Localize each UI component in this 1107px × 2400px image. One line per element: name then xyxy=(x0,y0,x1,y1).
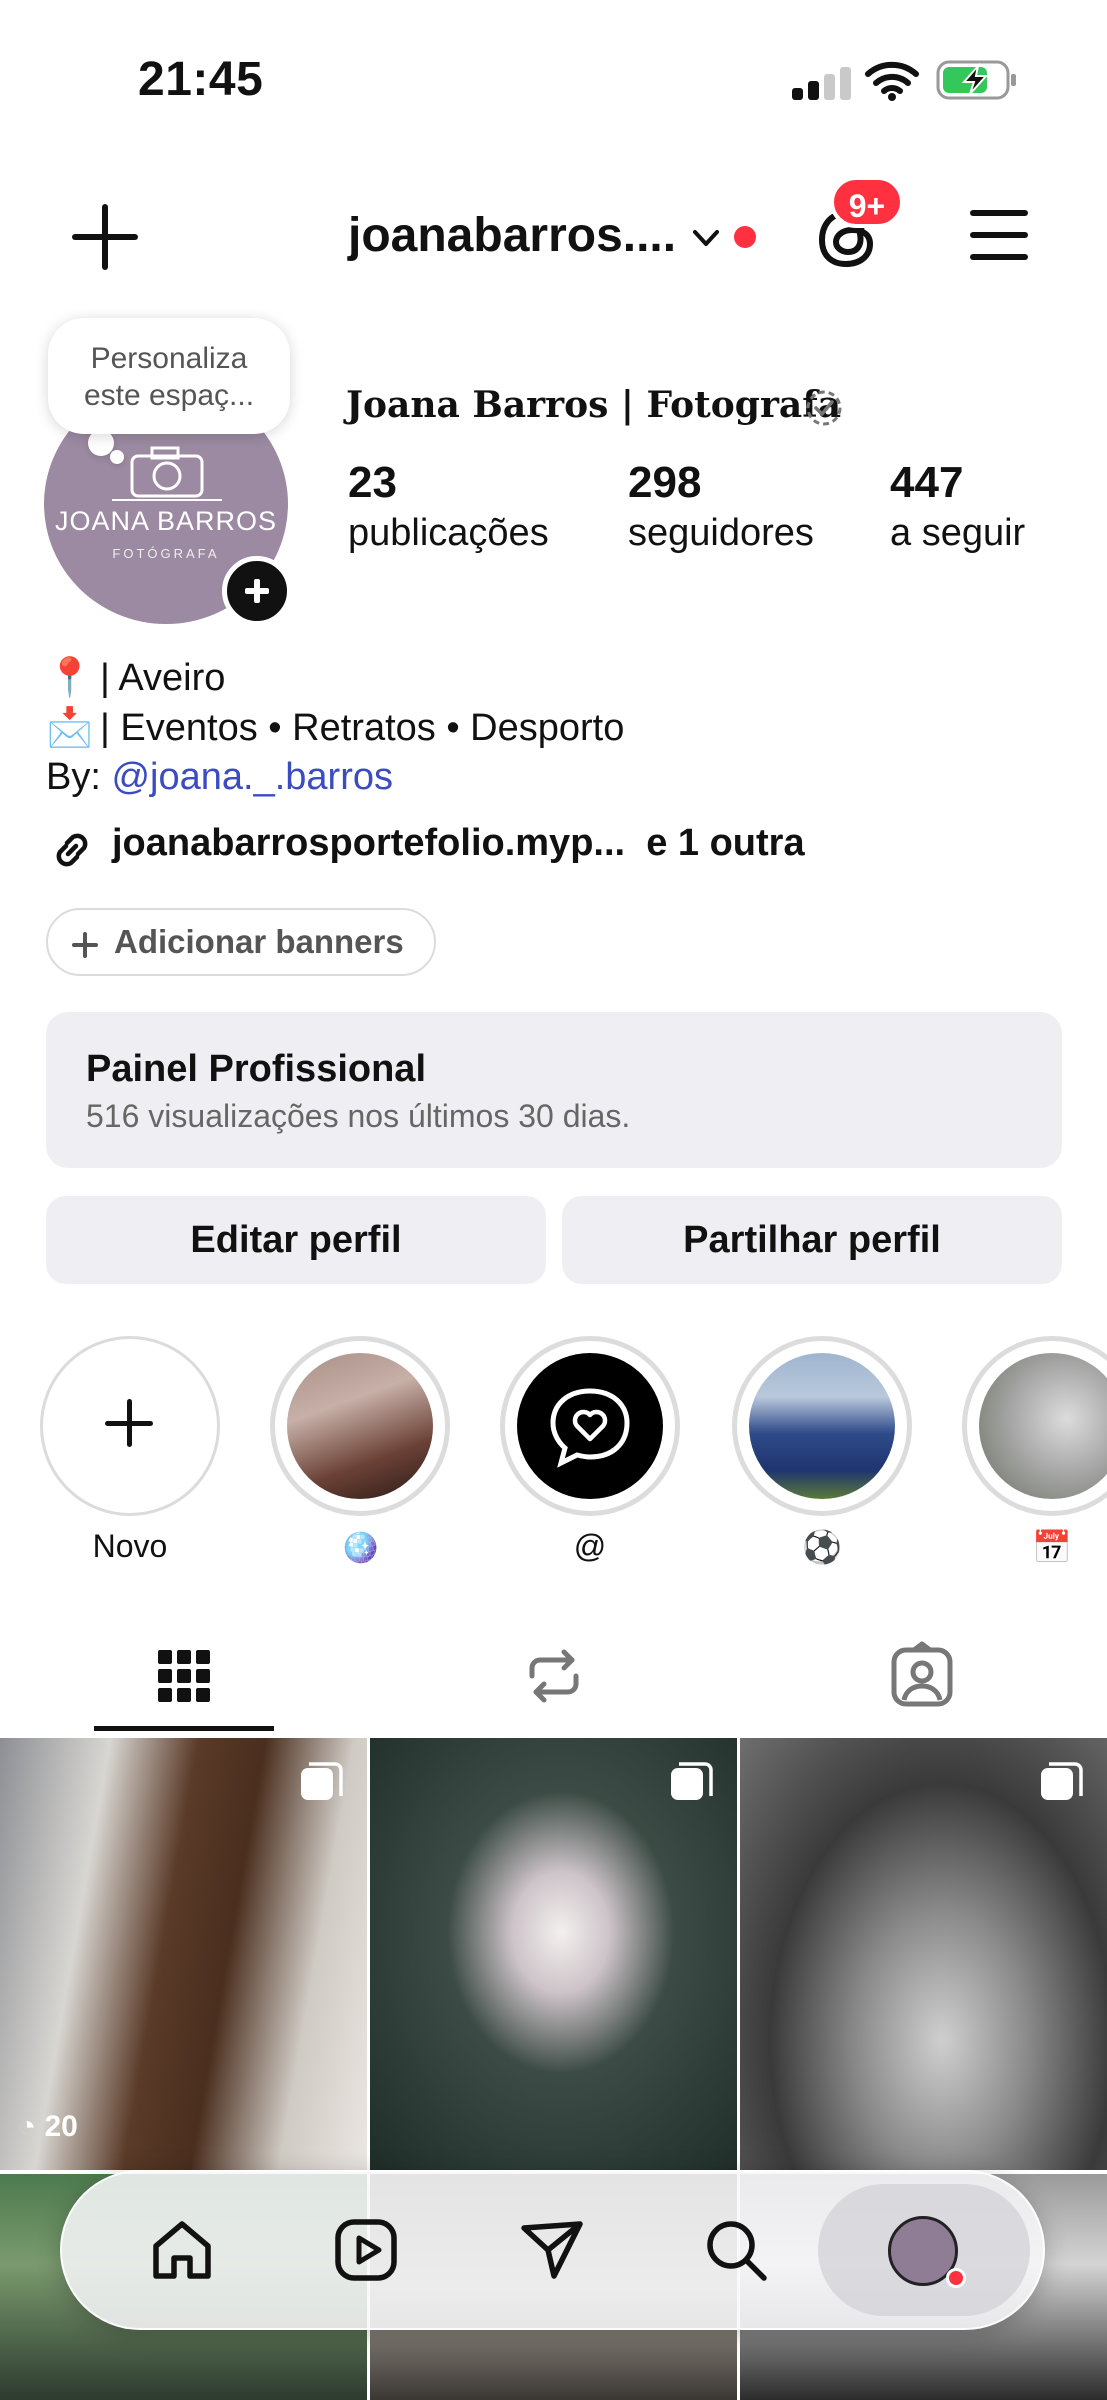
account-notification-dot xyxy=(734,226,756,248)
battery-charging-icon xyxy=(936,60,1016,100)
posts-count[interactable]: 23 xyxy=(348,458,397,508)
reposts-tab-icon[interactable] xyxy=(514,1636,594,1716)
menu-hamburger-icon[interactable] xyxy=(970,210,1028,260)
home-icon[interactable] xyxy=(146,2214,218,2286)
bio-by-prefix: By: xyxy=(46,756,112,798)
website-link[interactable]: joanabarrosportefolio.myp... xyxy=(112,822,625,864)
more-links[interactable]: e 1 outra xyxy=(646,822,804,864)
wifi-icon xyxy=(865,61,919,101)
search-icon[interactable] xyxy=(700,2214,772,2286)
add-story-button[interactable] xyxy=(222,556,292,626)
notifications-badge[interactable]: 9+ xyxy=(830,176,904,228)
followers-count[interactable]: 298 xyxy=(628,458,701,508)
reels-icon[interactable] xyxy=(330,2214,402,2286)
post-thumbnail-1[interactable]: ◔ 20 xyxy=(0,1738,367,2170)
edit-profile-button[interactable]: Editar perfil xyxy=(46,1196,546,1284)
followers-label[interactable]: seguidores xyxy=(628,512,814,555)
highlight-label-2: @ xyxy=(573,1528,607,1564)
highlight-label-4: 📅 xyxy=(1032,1529,1072,1565)
highlight-1[interactable] xyxy=(270,1336,450,1516)
carousel-icon xyxy=(1041,1762,1083,1800)
camera-logo-icon xyxy=(112,446,222,501)
bio-location-text: | Aveiro xyxy=(100,657,226,699)
highlight-label-1: 🪩 xyxy=(340,1529,380,1565)
avatar-logo-name: JOANA BARROS xyxy=(54,506,278,536)
highlight-2-thumbnail xyxy=(517,1353,663,1499)
status-time: 21:45 xyxy=(138,53,264,106)
add-banners-label: Adicionar banners xyxy=(114,923,404,960)
profile-display-name: Joana Barros | Fotografa xyxy=(346,384,842,426)
dashboard-title: Painel Profissional xyxy=(86,1048,426,1090)
tooltip-line-2: este espaç... xyxy=(83,379,255,412)
verification-dashed-icon[interactable] xyxy=(804,388,844,428)
dashboard-subtitle: 516 visualizações nos últimos 30 dias. xyxy=(86,1098,631,1134)
highlight-3-thumbnail xyxy=(749,1353,895,1499)
tooltip-tail-small xyxy=(110,450,124,464)
highlight-3[interactable] xyxy=(732,1336,912,1516)
new-highlight-button[interactable] xyxy=(40,1336,220,1516)
share-profile-button[interactable]: Partilhar perfil xyxy=(562,1196,1062,1284)
highlight-2[interactable] xyxy=(500,1336,680,1516)
cellular-signal-icon xyxy=(792,66,852,100)
grid-tab-icon[interactable] xyxy=(144,1636,224,1716)
profile-links[interactable]: joanabarrosportefolio.myp... e 1 outra xyxy=(112,822,805,865)
following-label[interactable]: a seguir xyxy=(890,512,1025,555)
post-thumbnail-3[interactable] xyxy=(740,1738,1107,2170)
carousel-icon xyxy=(671,1762,713,1800)
bio-services: 📩 | Eventos • Retratos • Desporto xyxy=(46,706,624,750)
tooltip-line-1: Personaliza xyxy=(90,342,248,375)
highlight-1-thumbnail xyxy=(287,1353,433,1499)
bio-mention-link[interactable]: @joana._.barros xyxy=(111,756,393,798)
highlight-4[interactable] xyxy=(962,1336,1107,1516)
bio-by-line: By: @joana._.barros xyxy=(46,756,393,799)
highlight-4-thumbnail xyxy=(979,1353,1107,1499)
account-switcher-username[interactable]: joanabarros.... xyxy=(348,208,676,263)
link-icon xyxy=(56,833,88,867)
post-thumbnail-2[interactable] xyxy=(370,1738,737,2170)
pin-emoji-icon: 📍 xyxy=(46,657,94,699)
chat-heart-icon xyxy=(550,1388,630,1468)
following-count[interactable]: 447 xyxy=(890,458,963,508)
create-post-button[interactable] xyxy=(72,204,138,270)
tagged-tab-icon[interactable] xyxy=(882,1636,962,1716)
professional-dashboard[interactable]: Painel Profissional 516 visualizações no… xyxy=(46,1012,1062,1168)
bio-location: 📍 | Aveiro xyxy=(46,656,225,700)
chevron-down-icon[interactable] xyxy=(690,222,722,254)
bio-services-text: | Eventos • Retratos • Desporto xyxy=(100,707,625,749)
direct-messages-icon[interactable] xyxy=(516,2214,588,2286)
add-banners-button[interactable]: Adicionar banners xyxy=(46,908,436,976)
plus-icon xyxy=(72,932,98,958)
envelope-emoji-icon: 📩 xyxy=(46,707,94,749)
active-tab-indicator xyxy=(94,1726,274,1731)
post-views-value: 20 xyxy=(44,2110,78,2143)
carousel-icon xyxy=(301,1762,343,1800)
customize-tooltip[interactable]: Personaliza este espaç... xyxy=(48,318,290,434)
highlight-label-3: ⚽ xyxy=(802,1529,842,1565)
posts-label[interactable]: publicações xyxy=(348,512,549,555)
post-views-count: ◔ 20 xyxy=(18,2110,78,2143)
highlight-label-new: Novo xyxy=(92,1528,168,1564)
profile-notification-dot xyxy=(946,2268,966,2288)
